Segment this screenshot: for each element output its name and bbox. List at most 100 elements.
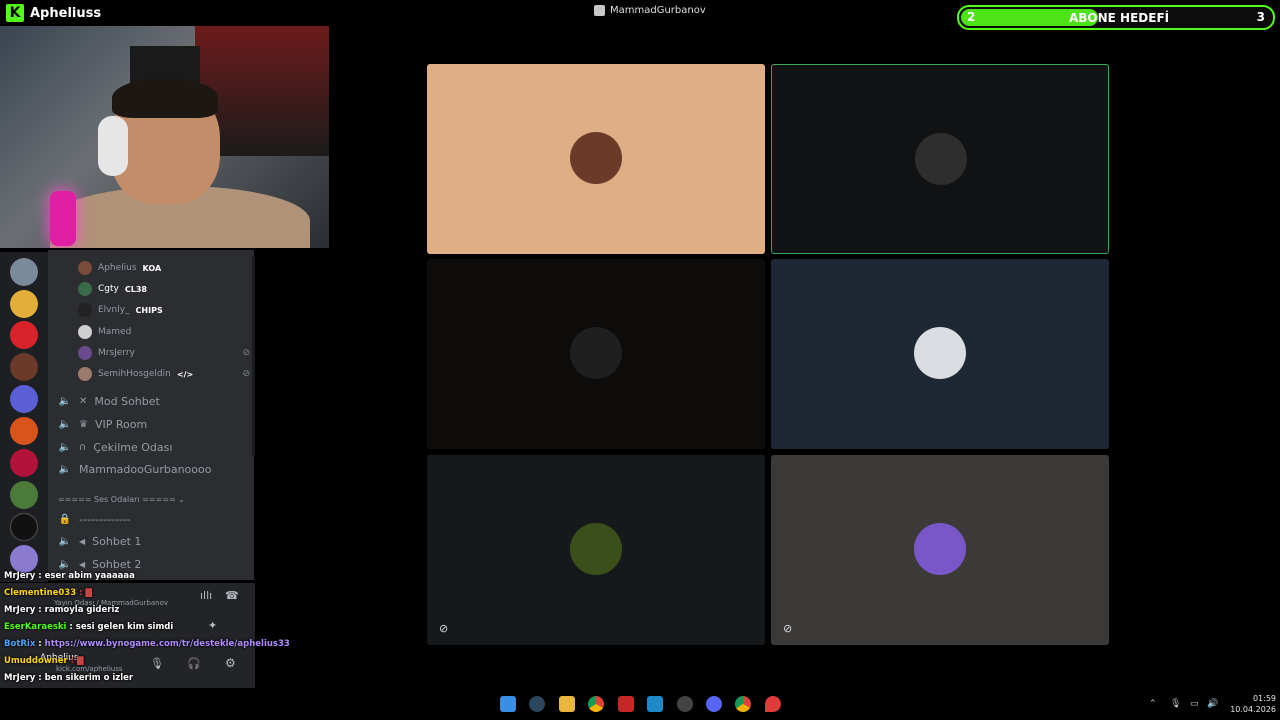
speaker-icon: 🔈: [58, 441, 72, 453]
voice-user-row[interactable]: Cgty CL38: [78, 279, 250, 299]
chat-separator: :: [35, 605, 45, 615]
voice-channel[interactable]: 🔈 MammadooGurbanoooo: [58, 459, 248, 479]
channel-brand: K Apheliuss: [6, 4, 101, 22]
clock-date: 10.04.2026: [1230, 705, 1276, 714]
voice-user-row[interactable]: SemihHosgeldin </> ⊘: [78, 364, 250, 384]
app-icon[interactable]: [618, 696, 634, 712]
crossed-swords-icon: ✕: [79, 395, 88, 407]
app-icon[interactable]: [647, 696, 663, 712]
chat-text: eser abim yaaaaaa: [44, 571, 135, 581]
server-icon[interactable]: [10, 449, 38, 477]
chat-username[interactable]: EserKaraeski: [4, 622, 66, 632]
server-icon[interactable]: [10, 290, 38, 318]
chat-username[interactable]: MrJery: [4, 605, 35, 615]
discord-icon[interactable]: [706, 696, 722, 712]
server-icon[interactable]: [10, 481, 38, 509]
headphones-icon[interactable]: 🎧: [187, 657, 201, 670]
chat-text: sesi gelen kim simdi: [75, 622, 174, 632]
channel-name: Apheliuss: [30, 5, 102, 21]
user-tag-badge: </>: [176, 369, 194, 379]
chat-text[interactable]: https://www.bynogame.com/tr/destekle/aph…: [45, 639, 290, 649]
server-icon[interactable]: [10, 353, 38, 381]
chat-username[interactable]: MrJery: [4, 673, 35, 683]
channel-label: -------------: [79, 512, 131, 526]
chat-username[interactable]: Umuddowner: [4, 656, 68, 666]
muted-icon: ⊘: [242, 369, 250, 379]
server-icon[interactable]: [10, 545, 38, 573]
participant-tile[interactable]: [427, 259, 765, 449]
tray-network-icon[interactable]: ▭: [1190, 699, 1199, 709]
channel-label: Sohbet 2: [92, 557, 142, 571]
participant-tile[interactable]: [771, 64, 1109, 254]
participant-tile[interactable]: ⊘: [771, 455, 1109, 645]
app-icon[interactable]: [677, 696, 693, 712]
participant-avatar: [570, 327, 622, 379]
noise-icon[interactable]: ıllı: [200, 589, 212, 602]
disconnect-icon[interactable]: ☎: [225, 589, 239, 602]
app-icon[interactable]: [765, 696, 781, 712]
category-header[interactable]: ===== Ses Odaları ===== ⌄: [58, 495, 185, 504]
user-tag-badge: KOA: [142, 263, 162, 273]
chat-separator: :: [35, 571, 45, 581]
server-icon[interactable]: [10, 321, 38, 349]
server-icon[interactable]: [10, 513, 38, 541]
avatar: [78, 282, 92, 296]
avatar: [78, 303, 92, 317]
locked-channel[interactable]: 🔒 -------------: [58, 509, 248, 529]
settings-gear-icon[interactable]: ⚙: [225, 656, 236, 670]
chat-message: EserKaraeski : sesi gelen kim simdi: [4, 622, 173, 632]
app-icon: [594, 5, 605, 16]
file-explorer-icon[interactable]: [559, 696, 575, 712]
chat-username[interactable]: Clementine033: [4, 588, 76, 598]
voice-user-row[interactable]: Aphelius KOA: [78, 258, 250, 278]
voice-channel[interactable]: 🔈 ◀ Sohbet 1: [58, 531, 248, 551]
channel-scrollbar[interactable]: [252, 256, 255, 456]
windows-start-icon[interactable]: [500, 696, 516, 712]
voice-user-row[interactable]: Mamed: [78, 322, 250, 342]
taskbar-clock[interactable]: 01:59 10.04.2026: [1224, 693, 1276, 715]
speaker-icon: 🔈: [58, 418, 72, 430]
avatar: [78, 367, 92, 381]
chat-separator: :: [66, 622, 76, 632]
headset: [98, 116, 128, 176]
channel-label: VIP Room: [94, 417, 148, 431]
voice-user-name: Aphelius: [98, 263, 137, 273]
chat-separator: :: [35, 673, 45, 683]
speaker-icon: 🔈: [58, 558, 72, 570]
goal-current: 2: [967, 10, 976, 24]
chat-username[interactable]: MrJery: [4, 571, 35, 581]
avatar: [78, 261, 92, 275]
voice-channel[interactable]: 🔈 ✕ Mod Sohbet: [58, 391, 248, 411]
participant-tile[interactable]: [771, 259, 1109, 449]
voice-channel[interactable]: 🔈 ♛ VIP Room: [58, 414, 248, 434]
chat-message: MrJery : ben sikerim o izler: [4, 673, 133, 683]
participant-avatar: [915, 133, 967, 185]
microphone-icon[interactable]: 🎙: [150, 657, 164, 670]
chat-username[interactable]: BotRix: [4, 639, 35, 649]
chat-text: ben sikerim o izler: [44, 673, 134, 683]
voice-user-row[interactable]: Elvnly_ CHIPS: [78, 300, 250, 320]
panel-user-status: kick.com/apheliuss: [56, 665, 123, 673]
emote-icon: : ▇: [67, 656, 84, 666]
window-title: MammadGurbanov: [594, 5, 706, 16]
voice-channel[interactable]: 🔈 ∩ Çekilme Odası: [58, 437, 248, 457]
participant-tile[interactable]: ⊘: [427, 455, 765, 645]
chat-separator: :: [35, 639, 45, 649]
emote-icon: : ▇: [76, 588, 92, 598]
tray-chevron-icon[interactable]: ⌃: [1149, 699, 1157, 709]
chrome-icon[interactable]: [588, 696, 604, 712]
server-icon[interactable]: [10, 417, 38, 445]
participant-tile[interactable]: [427, 64, 765, 254]
chat-message: Clementine033 : ▇: [4, 588, 92, 598]
voice-user-row[interactable]: MrsJerry ⊘: [78, 343, 250, 363]
participant-avatar: [914, 523, 966, 575]
tray-volume-icon[interactable]: 🔊: [1207, 699, 1218, 709]
steam-icon[interactable]: [529, 696, 545, 712]
server-icon[interactable]: [10, 385, 38, 413]
tray-mic-icon[interactable]: 🎙: [1170, 699, 1181, 709]
taskbar: [0, 688, 1280, 720]
chrome-icon[interactable]: [735, 696, 751, 712]
headphones-icon: ∩: [79, 441, 87, 453]
activity-icon[interactable]: ✦: [208, 619, 217, 632]
server-icon[interactable]: [10, 258, 38, 286]
